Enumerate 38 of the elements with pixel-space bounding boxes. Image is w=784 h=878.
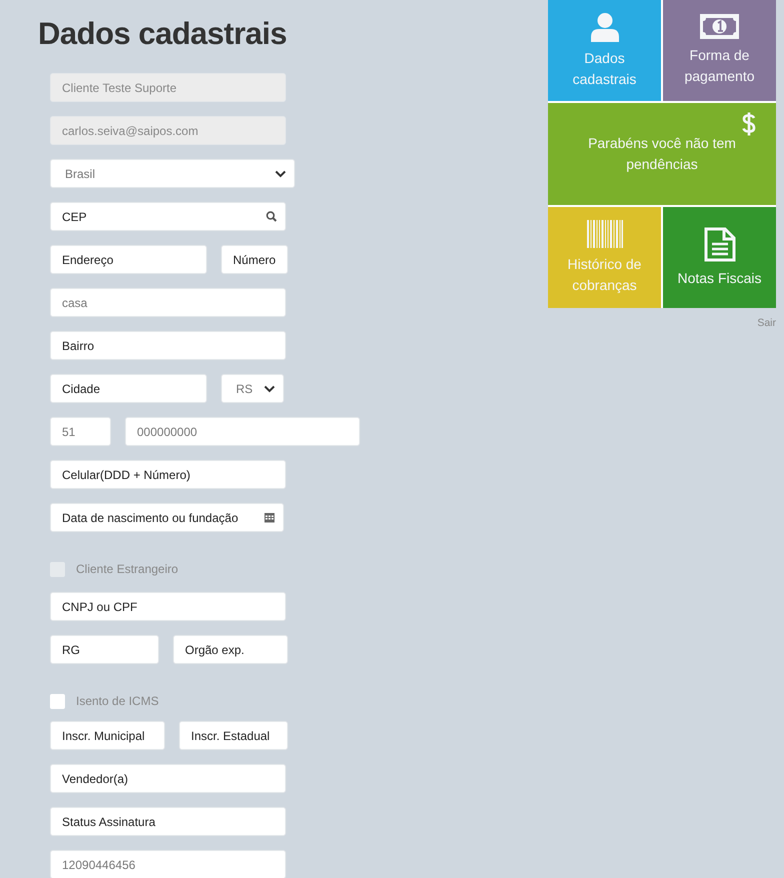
select-field[interactable]: Brasil (50, 159, 295, 188)
input-field[interactable]: Orgão exp. (173, 635, 288, 664)
input-field[interactable]: Cidade (50, 374, 207, 403)
logout-link[interactable]: Sair (548, 317, 776, 329)
input-field[interactable]: RG (50, 635, 159, 664)
input-field[interactable]: Celular(DDD + Número) (50, 460, 286, 489)
menu-tile[interactable]: Forma de pagamento (663, 0, 776, 101)
checkbox[interactable] (50, 694, 65, 708)
input-field[interactable]: Número (221, 245, 288, 274)
banknote-icon (700, 14, 739, 39)
barcode-icon (586, 220, 622, 248)
checkbox-label: Cliente Estrangeiro (76, 562, 178, 576)
input-field[interactable]: 51 (50, 417, 111, 446)
input-field[interactable]: Inscr. Municipal (50, 721, 165, 750)
menu-tile[interactable]: Dados cadastrais (548, 0, 661, 101)
chevron-icon (264, 384, 275, 392)
input-field[interactable]: 12090446456 (50, 850, 286, 878)
calendar-icon (264, 512, 275, 523)
page-title: Dados cadastrais (38, 15, 288, 53)
date-field[interactable]: Data de nascimento ou fundação (50, 503, 284, 532)
input-field[interactable]: CNPJ ou CPF (50, 592, 286, 621)
checkbox-label: Isento de ICMS (76, 694, 159, 708)
input-field[interactable]: Status Assinatura (50, 807, 286, 836)
input-field[interactable]: Inscr. Estadual (179, 721, 288, 750)
document-icon (704, 226, 736, 262)
input-field[interactable]: 000000000 (125, 417, 360, 446)
menu-tile[interactable]: Parabéns você não tem pendências (548, 103, 776, 205)
input-field[interactable]: Vendedor(a) (50, 764, 286, 793)
input-field[interactable]: Bairro (50, 331, 286, 360)
input-field[interactable]: Endereço (50, 245, 207, 274)
dollar-icon (742, 112, 756, 136)
menu-tile[interactable]: Notas Fiscais (663, 207, 776, 308)
search-field[interactable]: CEP (50, 202, 286, 231)
chevron-icon (275, 170, 286, 178)
search-icon (266, 211, 277, 222)
input-field[interactable]: casa (50, 288, 286, 317)
user-icon (590, 12, 620, 42)
select-field[interactable]: RS (221, 374, 284, 403)
